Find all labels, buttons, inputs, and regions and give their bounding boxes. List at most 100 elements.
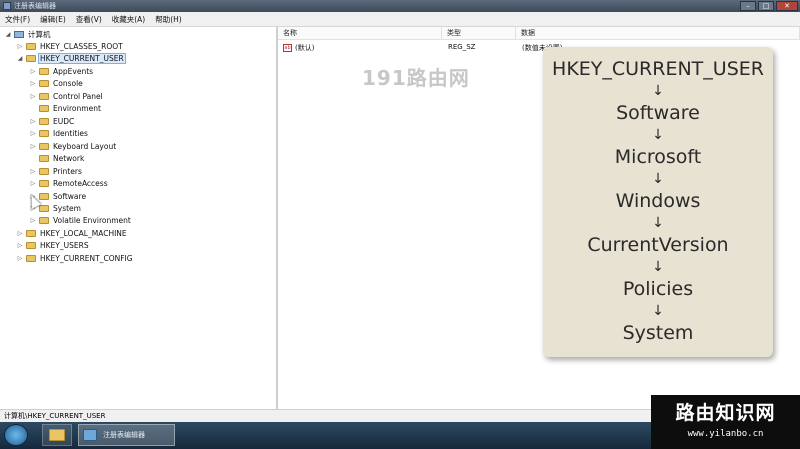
path-step-windows: Windows [615, 190, 701, 212]
tree-item-hkey-local-machine[interactable]: ▷ HKEY_LOCAL_MACHINE [16, 227, 128, 239]
expand-toggle[interactable]: ▷ [29, 130, 37, 137]
tree-item-label: HKEY_CURRENT_USER [38, 52, 126, 64]
expand-toggle[interactable]: ▷ [16, 230, 24, 237]
expand-toggle[interactable]: ▷ [29, 80, 37, 87]
tree-item-computer[interactable]: ◢ 计算机 [4, 28, 52, 40]
registry-tree[interactable]: ◢ 计算机 ▷ HKEY_CLASSES_ROOT ◢ HKEY_CURRENT… [0, 27, 278, 409]
expand-toggle[interactable]: ▷ [29, 68, 37, 75]
tree-item-label: EUDC [53, 116, 75, 126]
tree-item-label: System [53, 203, 81, 213]
folder-icon [39, 104, 49, 112]
expand-toggle[interactable]: ▷ [29, 217, 37, 224]
tree-item-label: Environment [53, 103, 101, 113]
arrow-down-icon: ↓ [652, 83, 664, 99]
column-header-data[interactable]: 数据 [516, 27, 800, 40]
tree-item-label: Software [53, 191, 87, 201]
folder-icon [39, 154, 49, 162]
tree-item-identities[interactable]: ▷ Identities [29, 127, 89, 139]
folder-icon [26, 229, 36, 237]
regedit-icon [3, 2, 11, 10]
tree-item-label: RemoteAccess [53, 178, 108, 188]
arrow-down-icon: ↓ [652, 303, 664, 319]
path-step-system: System [622, 322, 694, 344]
collapse-toggle[interactable]: ◢ [16, 55, 24, 62]
tree-item-label: Console [53, 78, 83, 88]
expand-toggle[interactable]: ▷ [16, 242, 24, 249]
tree-item-label: HKEY_USERS [40, 240, 89, 250]
tree-item-label: Printers [53, 166, 82, 176]
tree-item-remoteaccess[interactable]: ▷ RemoteAccess [29, 177, 109, 189]
string-value-icon: ab [283, 44, 292, 52]
column-header-name[interactable]: 名称 [278, 27, 442, 40]
computer-icon [14, 30, 24, 38]
folder-icon [39, 192, 49, 200]
arrow-down-icon: ↓ [652, 171, 664, 187]
tree-item-label: Control Panel [53, 91, 103, 101]
menu-favorites[interactable]: 收藏夹(A) [107, 14, 150, 25]
expand-toggle[interactable]: ▷ [29, 168, 37, 175]
menu-help[interactable]: 帮助(H) [150, 14, 187, 25]
arrow-down-icon: ↓ [652, 259, 664, 275]
tree-item-control-panel[interactable]: ▷ Control Panel [29, 90, 104, 102]
menu-edit[interactable]: 编辑(E) [35, 14, 71, 25]
minimize-button[interactable]: – [740, 1, 756, 11]
path-step-software: Software [616, 102, 700, 124]
menu-bar: 文件(F) 编辑(E) 查看(V) 收藏夹(A) 帮助(H) [0, 12, 800, 27]
folder-icon [39, 117, 49, 125]
tree-item-environment[interactable]: Environment [29, 102, 102, 114]
folder-icon [39, 67, 49, 75]
expand-toggle[interactable]: ▷ [16, 43, 24, 50]
column-header-type[interactable]: 类型 [442, 27, 516, 40]
taskbar-explorer-button[interactable] [42, 424, 72, 446]
expand-toggle[interactable]: ▷ [29, 143, 37, 150]
tree-item-label: HKEY_CURRENT_CONFIG [40, 253, 133, 263]
tree-item-appevents[interactable]: ▷ AppEvents [29, 65, 94, 77]
tree-item-keyboard-layout[interactable]: ▷ Keyboard Layout [29, 140, 117, 152]
tree-item-network[interactable]: Network [29, 152, 85, 164]
tree-item-printers[interactable]: ▷ Printers [29, 165, 83, 177]
tree-item-hkey-users[interactable]: ▷ HKEY_USERS [16, 239, 90, 251]
regedit-icon [83, 429, 97, 441]
menu-view[interactable]: 查看(V) [71, 14, 107, 25]
value-type: REG_SZ [448, 43, 476, 51]
tree-item-label: Keyboard Layout [53, 141, 117, 151]
folder-icon [39, 204, 49, 212]
maximize-button[interactable]: □ [758, 1, 774, 11]
folder-icon [39, 179, 49, 187]
watermark-yilanbo: 路由知识网 www.yilanbo.cn [651, 395, 800, 449]
close-button[interactable]: ✕ [776, 1, 798, 11]
tree-item-eudc[interactable]: ▷ EUDC [29, 115, 75, 127]
menu-file[interactable]: 文件(F) [0, 14, 35, 25]
tree-item-label: AppEvents [53, 66, 94, 76]
taskbar-regedit-button[interactable]: 注册表编辑器 [78, 424, 175, 446]
folder-icon [39, 167, 49, 175]
title-bar: 注册表编辑器 – □ ✕ [0, 0, 800, 12]
folder-icon [26, 42, 36, 50]
window-title: 注册表编辑器 [14, 2, 56, 10]
folder-open-icon [26, 54, 36, 62]
tree-item-console[interactable]: ▷ Console [29, 77, 84, 89]
folder-icon [39, 79, 49, 87]
path-step-microsoft: Microsoft [614, 146, 702, 168]
expand-toggle[interactable]: ▷ [29, 93, 37, 100]
watermark-url: www.yilanbo.cn [687, 429, 764, 439]
folder-icon [26, 241, 36, 249]
path-step-policies: Policies [622, 278, 694, 300]
tree-item-hkey-current-config[interactable]: ▷ HKEY_CURRENT_CONFIG [16, 252, 134, 264]
start-button-icon[interactable] [4, 424, 28, 446]
expand-toggle[interactable]: ▷ [29, 180, 37, 187]
tree-item-volatile-environment[interactable]: ▷ Volatile Environment [29, 214, 132, 226]
registry-path-card: HKEY_CURRENT_USER ↓ Software ↓ Microsoft… [543, 47, 773, 357]
expand-toggle[interactable]: ▷ [29, 118, 37, 125]
folder-icon [39, 216, 49, 224]
tree-item-hkey-classes-root[interactable]: ▷ HKEY_CLASSES_ROOT [16, 40, 124, 52]
tree-item-label: Network [53, 153, 85, 163]
path-step-hkcu: HKEY_CURRENT_USER [552, 58, 764, 80]
expand-toggle[interactable]: ▷ [16, 255, 24, 262]
folder-icon [26, 254, 36, 262]
tree-item-label: 计算机 [28, 29, 51, 39]
tree-item-hkey-current-user[interactable]: ◢ HKEY_CURRENT_USER [16, 52, 126, 64]
collapse-toggle[interactable]: ◢ [4, 31, 12, 38]
folder-icon [39, 129, 49, 137]
value-row[interactable]: ab (默认) [283, 43, 314, 53]
